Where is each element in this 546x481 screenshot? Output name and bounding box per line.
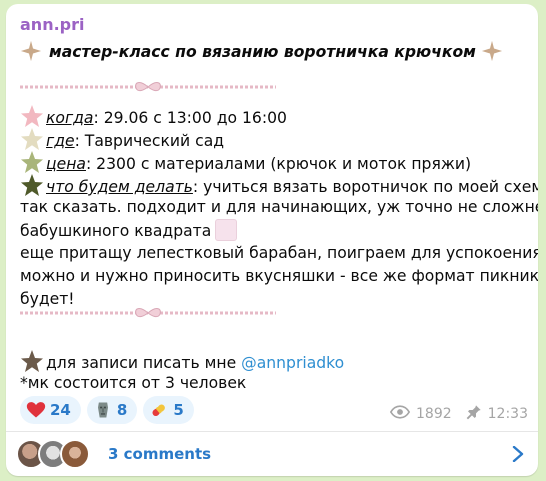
pill-icon xyxy=(149,400,169,420)
ribbon-divider xyxy=(20,82,276,92)
plan-text-3-line: бабушкиного квадрата xyxy=(20,219,238,242)
plan-label: что будем делать xyxy=(46,178,193,196)
plan-value: : учиться вязать воротничок по моей схем… xyxy=(192,178,538,196)
commenter-avatars xyxy=(16,437,96,471)
where-label: где xyxy=(46,132,75,150)
views-count: 1892 xyxy=(416,406,452,422)
reactions-bar: 24 8 5 xyxy=(20,396,194,424)
plan-text-2: так сказать. подходит и для начинающих, … xyxy=(20,198,538,216)
message-meta: 1892 12:33 xyxy=(389,404,528,424)
star-icon xyxy=(20,40,42,68)
reaction-count: 5 xyxy=(173,401,184,419)
ribbon-divider xyxy=(20,308,276,318)
star-icon xyxy=(481,40,503,68)
when-value: : 29.06 с 13:00 до 16:00 xyxy=(93,109,287,127)
pin-icon xyxy=(466,404,482,424)
plan-text-4: еще притащу лепестковый барабан, поиграе… xyxy=(20,244,538,262)
post-title: мастер-класс по вязанию воротничка крючк… xyxy=(48,43,476,61)
signup-text: для записи писать мне xyxy=(46,354,242,372)
moai-icon xyxy=(93,400,113,420)
reaction-count: 24 xyxy=(50,401,71,419)
post-title-line: мастер-класс по вязанию воротничка крючк… xyxy=(20,40,505,68)
price-value: : 2300 с материалами (крючок и моток пря… xyxy=(85,155,472,173)
granny-square-emoji-icon xyxy=(215,219,238,241)
avatar xyxy=(60,439,90,469)
message-time: 12:33 xyxy=(487,406,528,422)
when-label: когда xyxy=(46,109,94,127)
where-value: : Таврический сад xyxy=(74,132,225,150)
eye-icon xyxy=(389,405,411,423)
reaction-moai[interactable]: 8 xyxy=(86,396,138,424)
plan-text-3: бабушкиного квадрата xyxy=(20,222,212,240)
reaction-pill[interactable]: 5 xyxy=(143,396,194,424)
author-name[interactable]: ann.pri xyxy=(20,15,84,35)
reaction-count: 8 xyxy=(116,401,128,419)
message-bubble: ann.pri мастер-класс по вязанию воротнич… xyxy=(6,4,538,476)
heart-icon xyxy=(26,400,46,420)
min-people-note: *мк состоится от 3 человек xyxy=(20,374,247,392)
chevron-right-icon xyxy=(512,445,524,466)
comments-count-label: 3 comments xyxy=(108,445,212,463)
plan-text-5: можно и нужно приносить вкусняшки - все … xyxy=(20,267,538,285)
comments-button[interactable]: 3 comments xyxy=(6,432,538,476)
price-label: цена xyxy=(46,155,86,173)
reaction-heart[interactable]: 24 xyxy=(20,396,81,424)
mention-link[interactable]: @annpriadko xyxy=(241,354,344,372)
